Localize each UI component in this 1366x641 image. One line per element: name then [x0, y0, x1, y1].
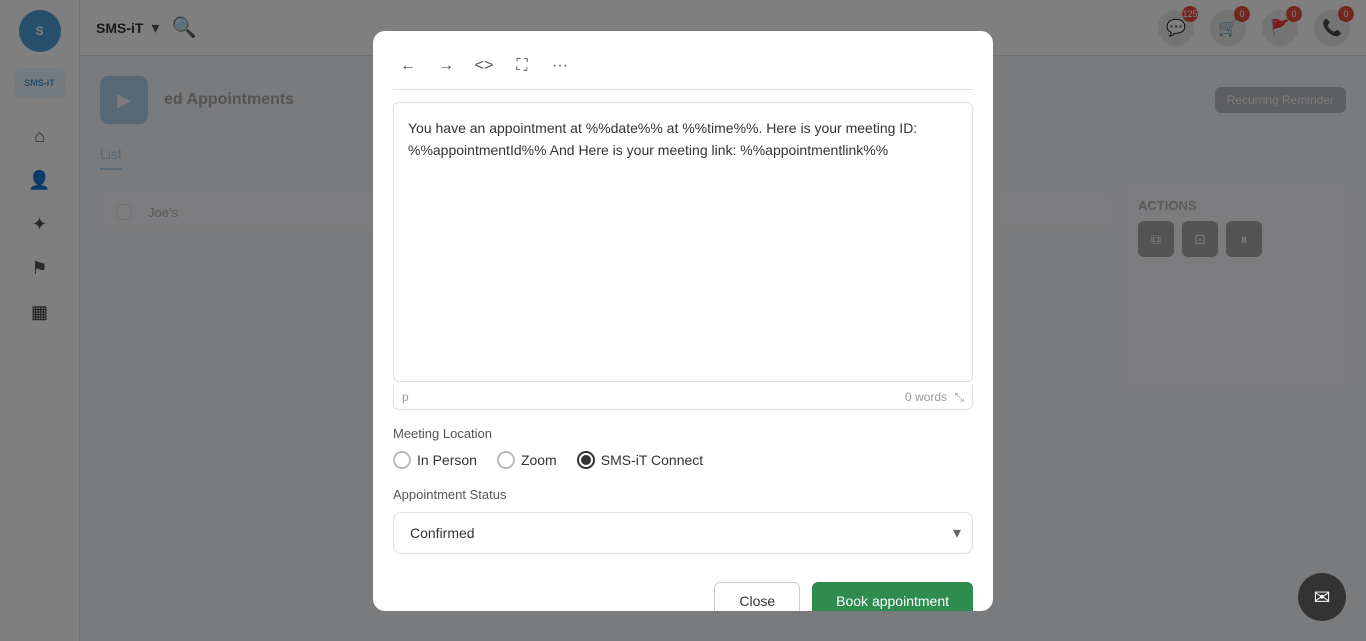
radio-sms-it-connect[interactable]: SMS-iT Connect [577, 451, 703, 469]
toolbar-expand-button[interactable]: ⛶ [507, 51, 537, 81]
expand-icon: ⛶ [516, 57, 527, 75]
meeting-location-label: Meeting Location [393, 426, 973, 441]
close-button[interactable]: Close [714, 582, 800, 611]
radio-in-person[interactable]: In Person [393, 451, 477, 469]
toolbar-code-button[interactable]: <> [469, 51, 499, 81]
toolbar-forward-button[interactable]: → [431, 51, 461, 81]
modal-footer: Close Book appointment [393, 574, 973, 611]
book-appointment-button[interactable]: Book appointment [812, 582, 973, 611]
radio-circle-sms-connect [577, 451, 595, 469]
toolbar-back-button[interactable]: ← [393, 51, 423, 81]
meeting-location-options: In Person Zoom SMS-iT Connect [393, 451, 973, 469]
editor-tag-label: p [402, 390, 409, 404]
appointment-status-label: Appointment Status [393, 487, 973, 502]
appointment-status-select[interactable]: Confirmed Pending Cancelled Completed [393, 512, 973, 554]
editor-content: You have an appointment at %%date%% at %… [408, 120, 917, 158]
more-icon: ··· [552, 57, 568, 75]
appointment-status-wrapper: Confirmed Pending Cancelled Completed ▾ [393, 512, 973, 554]
chat-fab-button[interactable]: ✉ [1298, 573, 1346, 621]
editor-footer: p 0 words ⤡ [393, 386, 973, 410]
back-icon: ← [400, 57, 416, 75]
message-editor[interactable]: You have an appointment at %%date%% at %… [393, 102, 973, 382]
forward-icon: → [438, 57, 454, 75]
radio-circle-in-person [393, 451, 411, 469]
radio-label-zoom: Zoom [521, 452, 557, 468]
toolbar-more-button[interactable]: ··· [545, 51, 575, 81]
resize-icon: ⤡ [954, 390, 964, 404]
radio-zoom[interactable]: Zoom [497, 451, 557, 469]
radio-circle-zoom [497, 451, 515, 469]
book-appointment-modal: ← → <> ⛶ ··· You have an appointment at … [373, 31, 993, 611]
modal-toolbar: ← → <> ⛶ ··· [393, 51, 973, 90]
code-icon: <> [475, 57, 494, 75]
word-count: 0 words [905, 390, 947, 404]
chat-fab-icon: ✉ [1314, 585, 1331, 610]
radio-label-in-person: In Person [417, 452, 477, 468]
radio-label-sms-connect: SMS-iT Connect [601, 452, 703, 468]
modal-overlay: ← → <> ⛶ ··· You have an appointment at … [0, 0, 1366, 641]
